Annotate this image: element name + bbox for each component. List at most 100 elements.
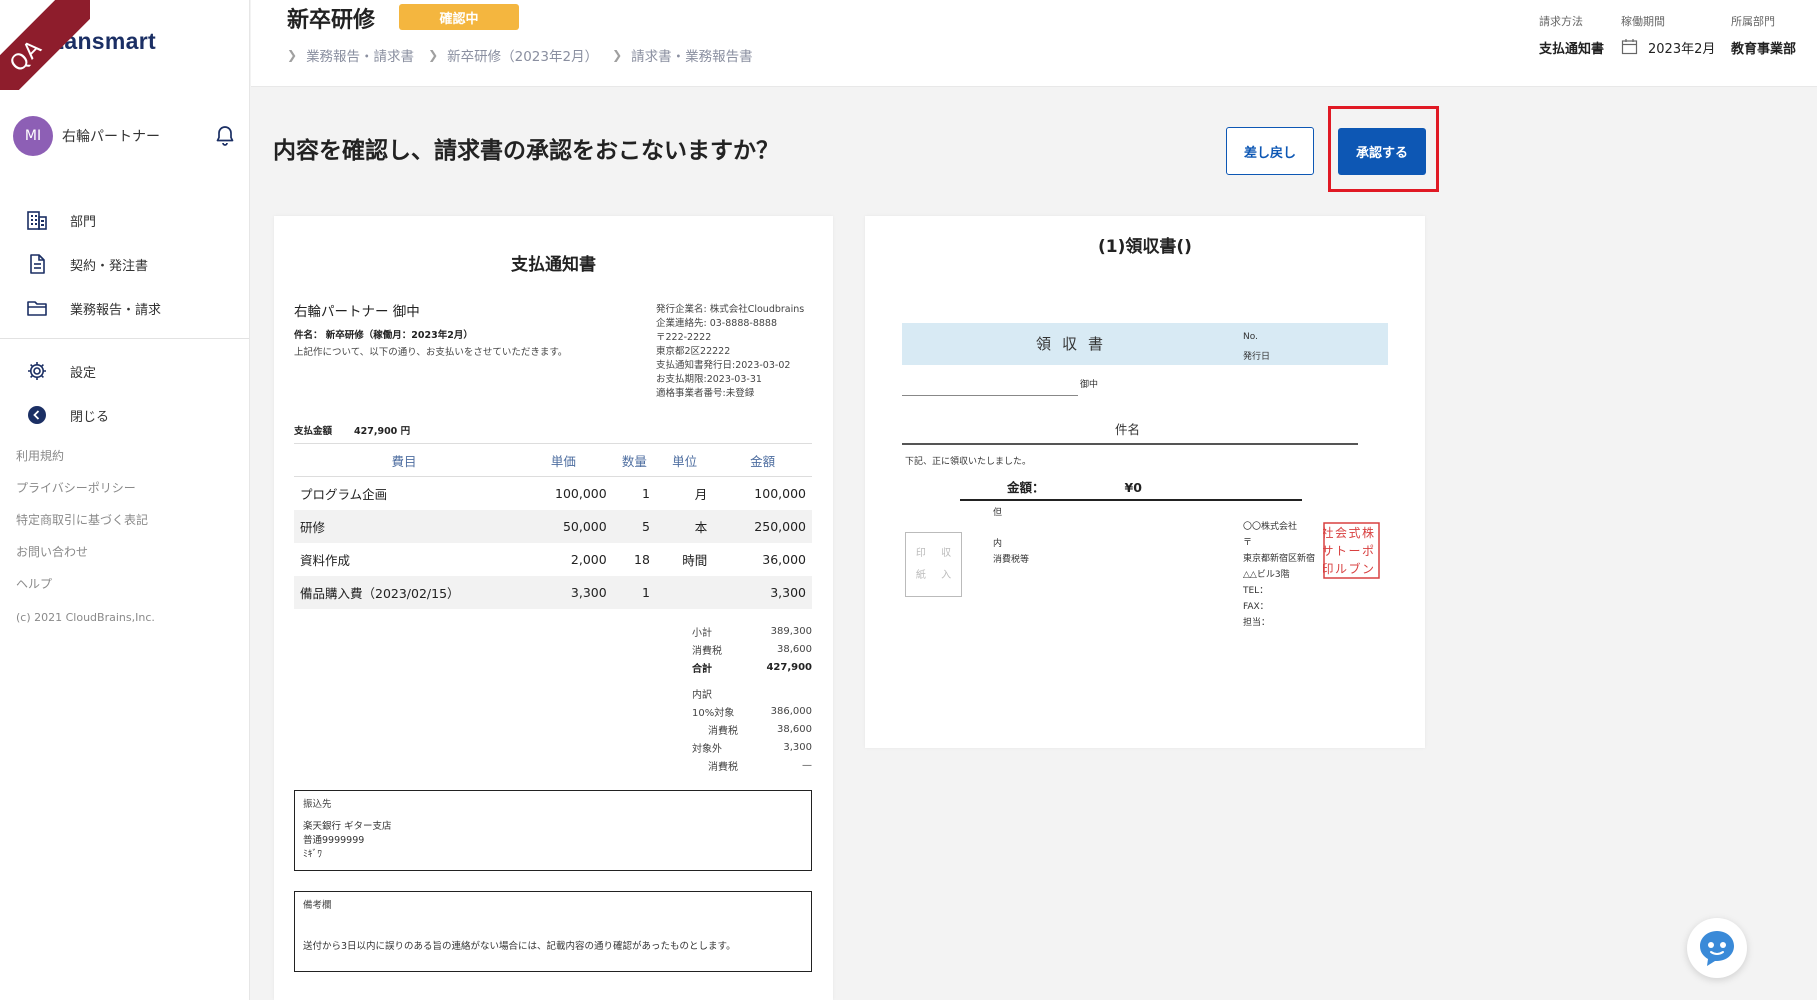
link-help[interactable]: ヘルプ: [16, 576, 148, 608]
breadcrumb-item[interactable]: ❯ 新卒研修（2023年2月）: [428, 45, 598, 65]
breadcrumb-label: 新卒研修（2023年2月）: [447, 49, 599, 65]
column-header: 金額: [713, 443, 812, 477]
summary-row: 内訳: [692, 684, 812, 702]
receipt-heading: 領収書: [1036, 335, 1115, 353]
remarks-text: 送付から3日以内に誤りのある旨の連絡がない場合には、記載内容の通り確認があったも…: [303, 941, 736, 952]
table-row: プログラム企画 100,000 1 月 100,000: [294, 477, 812, 510]
reject-button[interactable]: 差し戻し: [1226, 127, 1314, 175]
summary-label: 消費税: [708, 761, 738, 773]
receipt-subject-label: 件名: [1114, 422, 1140, 437]
item-name: 備品購入費（2023/02/15）: [294, 575, 514, 609]
user-name: 右輪パートナー: [62, 129, 160, 145]
column-header: 単価: [514, 443, 613, 477]
item-qty: 5: [612, 509, 656, 543]
receipt-title: (1)領収書(): [1098, 237, 1192, 257]
link-commerce-law[interactable]: 特定商取引に基づく表記: [16, 512, 148, 544]
receipt-issue-label: 発行日: [1243, 352, 1271, 362]
payment-amount-label: 支払金額: [294, 426, 333, 437]
chat-robot-icon: [1700, 931, 1734, 966]
sidebar-item-contracts[interactable]: 契約・発注書: [0, 242, 249, 286]
seal-char: 株: [1362, 525, 1374, 540]
item-unit: 時間: [682, 552, 708, 568]
folder-icon: [26, 297, 48, 319]
tax-line: 内: [993, 539, 1003, 549]
table-row: 研修 50,000 5 本 250,000: [294, 509, 812, 543]
link-contact[interactable]: お問い合わせ: [16, 544, 148, 576]
summary-value: 427,900: [766, 661, 812, 673]
issuer-line: 企業連絡先: 03-8888-8888: [656, 318, 778, 329]
link-terms[interactable]: 利用規約: [16, 448, 148, 480]
item-price: 3,300: [514, 575, 613, 609]
seal-char: ル: [1335, 562, 1347, 576]
item-qty: 1: [612, 575, 656, 609]
document-title: 支払通知書: [511, 255, 596, 275]
status-badge: 確認中: [399, 4, 519, 30]
receipt-note: 下記、正に領収いたしました。: [905, 457, 1032, 467]
receipt-company-info: 〇〇株式会社 〒 東京都新宿区新宿 △△ビル3階 TEL： FAX： 担当：: [1243, 519, 1315, 631]
document-icon: [26, 253, 48, 275]
item-amount: 3,300: [713, 575, 812, 609]
arrow-left-circle-icon: [26, 404, 48, 426]
document-subject: 件名： 新卒研修（稼働月：2023年2月）: [294, 330, 473, 341]
summary-gap: [692, 676, 812, 684]
summary-label: 合計: [692, 663, 712, 675]
seal-char: ブ: [1348, 561, 1360, 576]
bank-line: ﾐｷﾞﾜ: [303, 849, 323, 860]
seal-char: 式: [1348, 526, 1360, 540]
summary-label: 内訳: [692, 689, 712, 701]
receipt-subject-line: [902, 443, 1358, 445]
item-price: 50,000: [514, 509, 613, 543]
page-header: 新卒研修 確認中 ❯ 業務報告・請求書 ❯ 新卒研修（2023年2月） ❯ 請求書・業…: [251, 0, 1817, 87]
summary-label: 消費税: [692, 645, 722, 657]
approve-button[interactable]: 承認する: [1338, 128, 1426, 175]
issuer-info: 発行企業名: 株式会社Cloudbrains 企業連絡先: 03-8888-88…: [656, 303, 804, 401]
chat-support-button[interactable]: [1687, 918, 1747, 978]
company-line: 担当：: [1243, 618, 1271, 628]
sidebar-item-reports[interactable]: 業務報告・請求: [0, 286, 249, 330]
chevron-right-icon: ❯: [287, 48, 298, 62]
copyright: (c) 2021 CloudBrains,Inc.: [16, 611, 155, 624]
summary-label: 小計: [692, 627, 712, 639]
summary-label: 対象外: [692, 743, 722, 755]
seal-char: サ: [1323, 544, 1334, 558]
issuer-line: 発行企業名: 株式会社Cloudbrains: [656, 304, 805, 315]
sidebar-item-label: 部門: [70, 214, 97, 230]
document-lead: 上記作について、以下の通り、お支払いをさせていただきます。: [294, 347, 568, 358]
bell-icon[interactable]: [213, 124, 237, 148]
receipt-number-block: No. 発行日: [1243, 327, 1270, 367]
remarks-label: 備考欄: [303, 900, 332, 911]
summary-value: 3,300: [783, 741, 812, 753]
company-line: TEL：: [1243, 586, 1269, 596]
item-qty: 1: [641, 485, 650, 501]
issuer-line: 適格事業者番号:未登録: [656, 388, 755, 399]
footer-links: 利用規約 プライバシーポリシー 特定商取引に基づく表記 お問い合わせ ヘルプ: [16, 448, 148, 608]
receipt-no-label: No.: [1243, 332, 1258, 342]
avatar[interactable]: MI: [13, 116, 53, 156]
sidebar-item-departments[interactable]: 部門: [0, 198, 249, 242]
sidebar-item-label: 閉じる: [70, 409, 110, 425]
gear-icon: [26, 360, 48, 382]
payment-amount-line: 支払金額 427,900 円: [294, 423, 410, 437]
link-privacy[interactable]: プライバシーポリシー: [16, 480, 148, 512]
table-row: 資料作成 2,000 18 時間 36,000: [294, 543, 812, 576]
sidebar-close-button[interactable]: 閉じる: [0, 393, 249, 437]
stamp-text: 印 収: [915, 547, 958, 559]
confirm-question: 内容を確認し、請求書の承認をおこないますか？: [273, 138, 779, 164]
document-addressee: 右輪パートナー 御中: [294, 304, 420, 320]
meta-label-billing-method: 請求方法: [1539, 15, 1583, 28]
breadcrumb-item[interactable]: ❯ 業務報告・請求書: [287, 45, 414, 65]
item-qty: 18: [634, 551, 650, 567]
company-line: 東京都新宿区新宿: [1243, 554, 1316, 564]
qa-ribbon: QA: [0, 0, 90, 90]
table-row: 備品購入費（2023/02/15） 3,300 1 3,300: [294, 575, 812, 609]
breadcrumb-item[interactable]: ❯ 請求書・業務報告書: [612, 45, 753, 65]
calendar-icon: [1621, 39, 1638, 55]
seal-char: ン: [1362, 562, 1374, 576]
payment-amount-value: 427,900 円: [354, 426, 411, 437]
company-seal-stamp: 株ポン 式ーブ 会トル 社サ印: [1323, 522, 1380, 579]
item-amount: 36,000: [762, 551, 806, 567]
sidebar-item-settings[interactable]: 設定: [0, 349, 249, 393]
nav-divider: [0, 338, 249, 339]
summary-row: 消費税 38,600: [692, 720, 812, 738]
meta-label-department: 所属部門: [1731, 15, 1775, 28]
